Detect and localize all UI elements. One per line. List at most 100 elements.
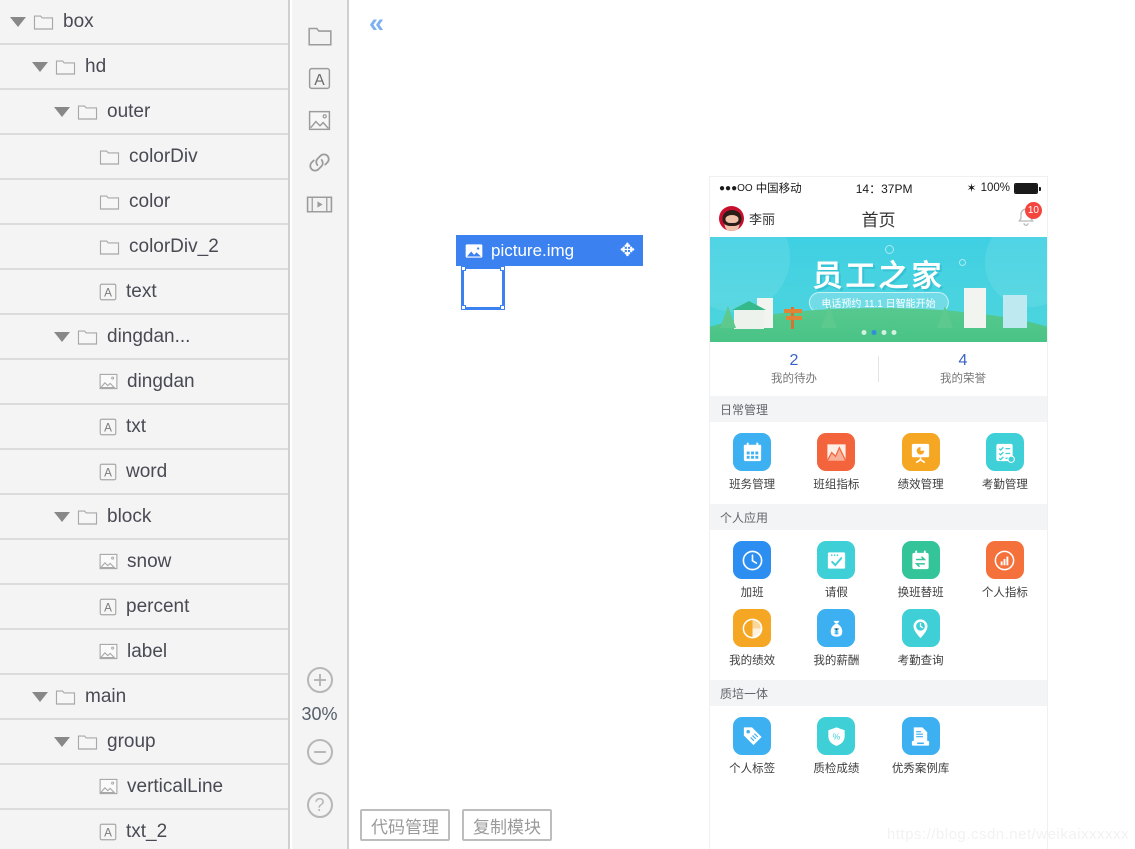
stat-item[interactable]: 4 我的荣誉 — [879, 351, 1047, 388]
app-tile-label: 请假 — [824, 587, 848, 599]
app-tile[interactable]: 个人标签 — [710, 714, 794, 782]
app-tile[interactable]: 加班 — [710, 538, 794, 606]
tree-row[interactable]: colorDiv — [0, 135, 288, 180]
image-icon — [99, 643, 118, 660]
tree-row[interactable]: Atext — [0, 270, 288, 315]
stat-caption: 我的待办 — [771, 372, 817, 385]
chart-icon — [817, 433, 856, 471]
app-tile[interactable]: 个人指标 — [963, 538, 1047, 606]
tree-row[interactable]: Atxt — [0, 405, 288, 450]
avatar[interactable] — [719, 205, 744, 231]
tree-row[interactable]: dingdan... — [0, 315, 288, 360]
svg-text:A: A — [104, 826, 112, 839]
resize-handle-top-left[interactable] — [461, 266, 466, 271]
tree-caret-icon[interactable] — [32, 61, 48, 72]
folder-icon — [77, 328, 98, 346]
section-header: 日常管理 — [710, 396, 1047, 422]
tree-row-label: percent — [126, 595, 190, 617]
layer-tree-panel[interactable]: box hd outer colorDiv color colorDiv_2 Atext di… — [0, 0, 290, 849]
help-icon: ? — [306, 792, 333, 818]
notification-bell-button[interactable]: 10 — [1014, 202, 1042, 230]
notification-badge: 10 — [1024, 202, 1042, 219]
phone-preview[interactable]: ●●●OO 中国移动 14：37PM ✶ 100% 李丽 首页 10 员工之家 … — [710, 177, 1047, 849]
home-banner[interactable]: 员工之家 电话预约 11.1 日智能开始 — [710, 237, 1047, 342]
code-manage-button[interactable]: 代码管理 — [360, 809, 450, 841]
tree-row[interactable]: verticalLine — [0, 765, 288, 810]
tree-caret-icon[interactable] — [10, 16, 26, 27]
help-button[interactable]: ? — [305, 790, 335, 820]
tree-row[interactable]: Apercent — [0, 585, 288, 630]
folder-icon — [77, 733, 98, 751]
selection-label-text: picture.img — [491, 240, 575, 260]
link-tool-icon[interactable] — [305, 147, 335, 177]
app-tile[interactable]: 班务管理 — [710, 430, 794, 498]
tree-caret-icon[interactable] — [54, 736, 70, 747]
resize-handle-bottom-left[interactable] — [461, 305, 466, 310]
text-tool-icon[interactable]: A — [305, 63, 335, 93]
collapse-panel-icon[interactable]: « — [369, 10, 384, 37]
tree-caret-icon[interactable] — [54, 106, 70, 117]
tree-row[interactable]: snow — [0, 540, 288, 585]
video-tool-icon[interactable] — [305, 189, 335, 219]
app-tile-label: 考勤查询 — [897, 655, 944, 667]
text-icon: A — [99, 283, 117, 301]
svg-text:A: A — [104, 466, 112, 479]
design-canvas[interactable]: « ●●●OO 中国移动 14：37PM ✶ 100% 李丽 首页 10 员工之… — [351, 0, 1135, 849]
tree-row[interactable]: label — [0, 630, 288, 675]
tree-row-label: hd — [85, 55, 107, 77]
app-tile[interactable]: 班组指标 — [794, 430, 878, 498]
resize-handle-bottom-right[interactable] — [500, 305, 505, 310]
app-tile[interactable]: 我的绩效 — [710, 606, 794, 674]
folder-tool-icon[interactable] — [305, 20, 335, 50]
copy-module-button[interactable]: 复制模块 — [462, 809, 552, 841]
tree-row[interactable]: outer — [0, 90, 288, 135]
tree-row-label: group — [107, 730, 156, 752]
section-header: 质培一体 — [710, 680, 1047, 706]
folder-icon — [33, 13, 54, 31]
app-tile[interactable]: 优秀案例库 — [879, 714, 963, 782]
tree-row[interactable]: color — [0, 180, 288, 225]
image-tool-icon[interactable] — [305, 105, 335, 135]
money-icon — [817, 609, 856, 647]
tree-row-label: colorDiv — [129, 145, 198, 167]
tree-row[interactable]: group — [0, 720, 288, 765]
tree-row[interactable]: Atxt_2 — [0, 810, 288, 849]
canvas-action-buttons: 代码管理 复制模块 — [360, 809, 552, 841]
tree-row[interactable]: colorDiv_2 — [0, 225, 288, 270]
app-sections: 日常管理 班务管理 班组指标 绩效管理 考勤管理 个人应用 加班 请假 换班替班 个人指标 我的绩效… — [710, 396, 1047, 788]
banner-pagination-dots[interactable] — [861, 330, 896, 335]
tree-row[interactable]: box — [0, 0, 288, 45]
tree-row[interactable]: block — [0, 495, 288, 540]
section-title: 质培一体 — [720, 686, 769, 701]
tree-row[interactable]: Aword — [0, 450, 288, 495]
selection-bounding-box[interactable] — [461, 266, 505, 310]
folder-icon — [55, 58, 76, 76]
tree-caret-icon[interactable] — [32, 691, 48, 702]
zoom-in-button[interactable] — [305, 665, 335, 695]
tree-caret-icon[interactable] — [54, 331, 70, 342]
resize-handle-top-right[interactable] — [500, 266, 505, 271]
tree-row[interactable]: hd — [0, 45, 288, 90]
stat-item[interactable]: 2 我的待办 — [710, 351, 878, 388]
tree-row[interactable]: main — [0, 675, 288, 720]
app-tile[interactable]: 考勤查询 — [879, 606, 963, 674]
app-tile[interactable]: 换班替班 — [879, 538, 963, 606]
app-tile[interactable]: 请假 — [794, 538, 878, 606]
image-icon — [99, 778, 118, 795]
app-tile[interactable]: % 质检成绩 — [794, 714, 878, 782]
folder-icon — [99, 193, 120, 211]
bluetooth-icon: ✶ — [966, 181, 977, 195]
move-handle-icon[interactable]: ✥ — [620, 240, 635, 261]
phone-status-bar: ●●●OO 中国移动 14：37PM ✶ 100% — [710, 177, 1047, 199]
banner-tree-icon — [821, 306, 838, 328]
app-tile[interactable]: 我的薪酬 — [794, 606, 878, 674]
section-grid: 班务管理 班组指标 绩效管理 考勤管理 — [710, 422, 1047, 504]
zoom-out-button[interactable] — [305, 737, 335, 767]
tree-row[interactable]: dingdan — [0, 360, 288, 405]
app-tile[interactable]: 考勤管理 — [963, 430, 1047, 498]
tree-caret-icon[interactable] — [54, 511, 70, 522]
checklist-icon — [985, 433, 1024, 471]
shield-icon: % — [817, 717, 856, 755]
app-tile[interactable]: 绩效管理 — [879, 430, 963, 498]
selection-label-bar[interactable]: picture.img ✥ — [456, 235, 643, 266]
